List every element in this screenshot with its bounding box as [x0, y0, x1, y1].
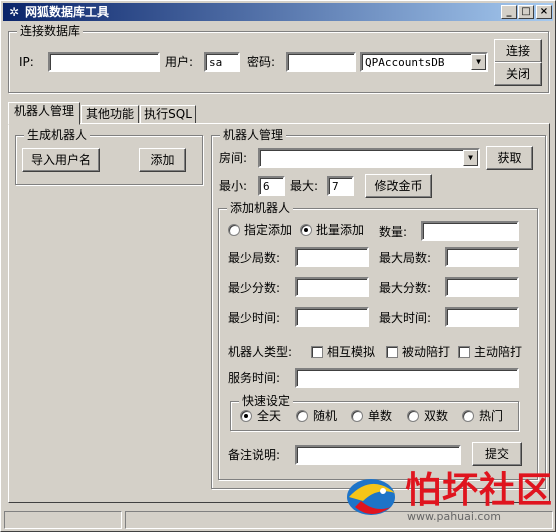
max-games-label: 最大局数:	[379, 251, 432, 265]
quick-odd-radio[interactable]	[351, 410, 363, 422]
min-score-label: 最少分数:	[228, 281, 281, 295]
quick-hot-radio[interactable]	[462, 410, 474, 422]
ip-label: IP:	[19, 55, 34, 69]
quick-random-label: 随机	[313, 409, 338, 423]
fetch-button[interactable]: 获取	[486, 146, 533, 170]
max-score-input[interactable]	[445, 277, 519, 297]
watermark-fish-logo	[347, 479, 395, 515]
max-gold-input[interactable]: 7	[327, 176, 354, 196]
max-time-input[interactable]	[445, 307, 519, 327]
window-title: 网狐数据库工具	[25, 5, 110, 19]
type-mutual-checkbox[interactable]	[311, 346, 323, 358]
type-passive-label: 被动陪打	[402, 345, 451, 359]
mode-batch-label: 批量添加	[316, 223, 365, 237]
tab-robot-management[interactable]: 机器人管理	[8, 102, 80, 125]
quick-settings-legend: 快速设定	[239, 394, 294, 408]
quick-allday-label: 全天	[257, 409, 282, 423]
maximize-button[interactable]: □	[518, 5, 534, 19]
robot-management-legend: 机器人管理	[220, 128, 287, 142]
robot-type-label: 机器人类型:	[228, 345, 293, 359]
tab-execute-sql[interactable]: 执行SQL	[140, 105, 196, 124]
watermark-text: 怕坏社区	[405, 470, 554, 511]
database-select[interactable]: QPAccountsDB ▼	[360, 52, 488, 72]
watermark-url: www.pahuai.com	[407, 510, 501, 523]
database-value: QPAccountsDB	[365, 56, 445, 69]
quick-allday-radio[interactable]	[240, 410, 252, 422]
min-games-input[interactable]	[295, 247, 369, 267]
service-time-input[interactable]	[295, 368, 519, 388]
quick-even-radio[interactable]	[407, 410, 419, 422]
note-label: 备注说明:	[228, 448, 281, 462]
type-active-checkbox[interactable]	[458, 346, 470, 358]
close-window-button[interactable]: ×	[536, 5, 552, 19]
min-time-input[interactable]	[295, 307, 369, 327]
min-label: 最小:	[219, 179, 248, 193]
min-gold-input[interactable]: 6	[258, 176, 285, 196]
generate-robot-legend: 生成机器人	[24, 128, 91, 142]
min-time-label: 最少时间:	[228, 311, 281, 325]
room-label: 房间:	[219, 151, 248, 165]
quick-hot-label: 热门	[479, 409, 504, 423]
password-label: 密码:	[247, 55, 276, 69]
chevron-down-icon[interactable]: ▼	[463, 150, 478, 166]
count-input[interactable]	[421, 221, 519, 241]
close-connection-button[interactable]: 关闭	[494, 62, 542, 86]
title-bar[interactable]: ✲ 网狐数据库工具 _ □ ×	[3, 3, 553, 21]
watermark: 怕坏社区 www.pahuai.com	[341, 467, 553, 527]
note-input[interactable]	[295, 445, 461, 465]
mode-batch-radio[interactable]	[300, 224, 312, 236]
password-input[interactable]	[286, 52, 356, 72]
type-mutual-label: 相互模拟	[327, 345, 376, 359]
user-input[interactable]: sa	[204, 52, 240, 72]
connect-legend: 连接数据库	[17, 24, 84, 38]
quick-odd-label: 单数	[368, 409, 393, 423]
mode-single-radio[interactable]	[228, 224, 240, 236]
tab-other-functions[interactable]: 其他功能	[81, 105, 139, 124]
type-active-label: 主动陪打	[474, 345, 523, 359]
add-robot-legend: 添加机器人	[227, 201, 294, 215]
add-robot-button[interactable]: 添加	[139, 148, 186, 172]
min-games-label: 最少局数:	[228, 251, 281, 265]
connect-button[interactable]: 连接	[494, 39, 542, 63]
room-select[interactable]: ▼	[258, 148, 480, 168]
service-time-label: 服务时间:	[228, 371, 281, 385]
main-window: ✲ 网狐数据库工具 _ □ × 连接数据库 IP: 用户: sa 密码: QPA…	[0, 0, 556, 532]
max-games-input[interactable]	[445, 247, 519, 267]
user-label: 用户:	[165, 55, 194, 69]
quick-random-radio[interactable]	[296, 410, 308, 422]
quick-even-label: 双数	[424, 409, 449, 423]
modify-gold-button[interactable]: 修改金币	[365, 174, 432, 198]
count-label: 数量:	[379, 225, 408, 239]
submit-button[interactable]: 提交	[472, 442, 522, 466]
mode-single-label: 指定添加	[244, 223, 293, 237]
min-score-input[interactable]	[295, 277, 369, 297]
type-passive-checkbox[interactable]	[386, 346, 398, 358]
status-pane-1	[4, 511, 122, 529]
app-gear-icon: ✲	[8, 5, 20, 19]
max-score-label: 最大分数:	[379, 281, 432, 295]
minimize-button[interactable]: _	[501, 5, 517, 19]
max-time-label: 最大时间:	[379, 311, 432, 325]
ip-input[interactable]	[48, 52, 160, 72]
chevron-down-icon[interactable]: ▼	[471, 54, 486, 70]
max-label: 最大:	[290, 179, 319, 193]
import-usernames-button[interactable]: 导入用户名	[22, 148, 100, 172]
